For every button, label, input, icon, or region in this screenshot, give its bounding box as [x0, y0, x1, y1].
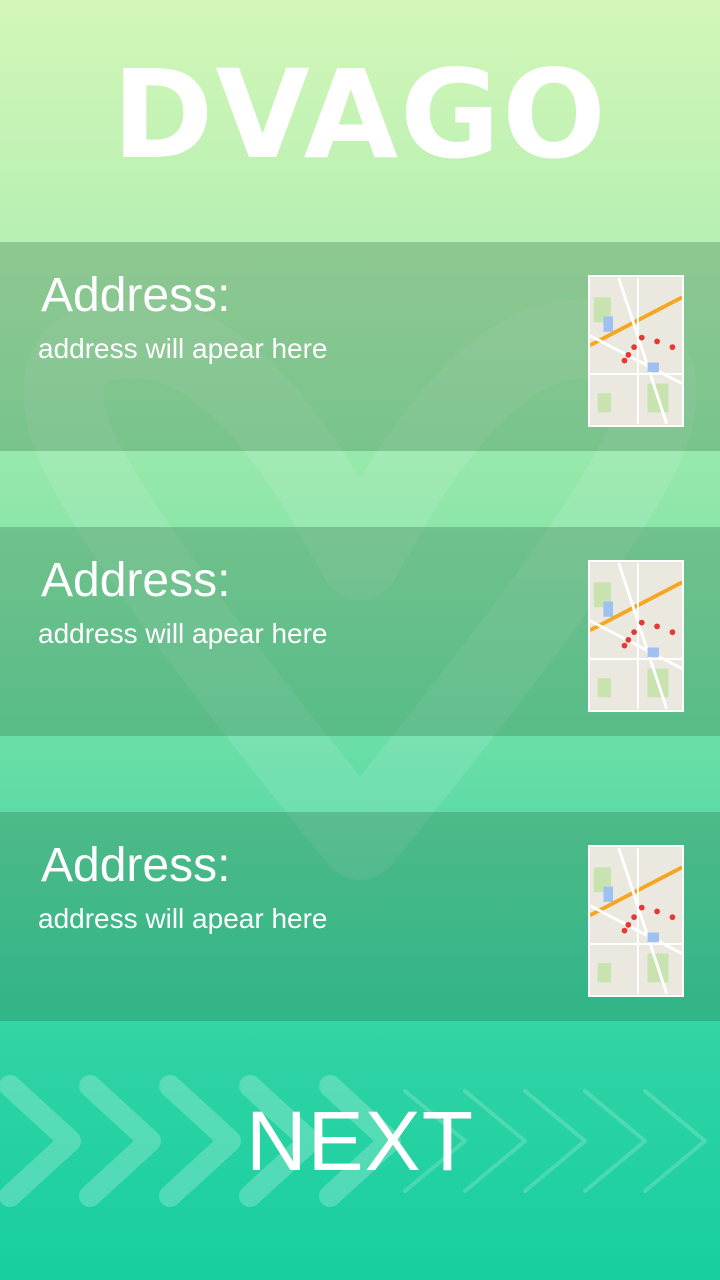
- brand-logo: DVAGO: [0, 30, 720, 200]
- map-thumbnail-icon[interactable]: [588, 845, 684, 997]
- next-button-label: NEXT: [245, 1093, 475, 1188]
- logo-text: DVAGO: [112, 44, 608, 186]
- address-title: Address:: [41, 269, 231, 322]
- address-value: address will apear here: [38, 333, 328, 364]
- map-thumbnail-icon[interactable]: [588, 275, 684, 427]
- address-title: Address:: [41, 839, 231, 892]
- address-card[interactable]: Address: address will apear here: [0, 812, 720, 1021]
- address-value: address will apear here: [38, 903, 328, 934]
- address-card[interactable]: Address: address will apear here: [0, 527, 720, 736]
- address-value: address will apear here: [38, 618, 328, 649]
- map-thumbnail-icon[interactable]: [588, 560, 684, 712]
- address-title: Address:: [41, 554, 231, 607]
- next-button[interactable]: NEXT: [0, 1021, 720, 1280]
- address-card[interactable]: Address: address will apear here: [0, 242, 720, 451]
